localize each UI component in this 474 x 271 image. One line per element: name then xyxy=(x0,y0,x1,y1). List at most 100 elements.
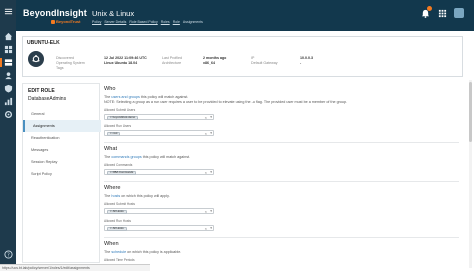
run-hosts-label: Allowed Run Hosts xyxy=(104,219,131,223)
hosts-link[interactable]: hosts xyxy=(111,194,120,198)
chip-remove-icon[interactable]: × xyxy=(110,227,112,230)
menu-item-assignments[interactable]: Assignments xyxy=(23,120,101,132)
help-icon[interactable]: ? xyxy=(3,250,13,259)
who-title: Who xyxy=(104,86,116,92)
edit-role-title: EDIT ROLE xyxy=(28,88,55,94)
chevron-down-icon[interactable]: ▾ xyxy=(210,115,212,120)
who-note: NOTE: Selecting a group as a run user re… xyxy=(104,100,348,104)
chart-icon[interactable] xyxy=(3,97,13,106)
asset-values-3: 10.0.0.3 - xyxy=(300,56,313,65)
breadcrumb-item[interactable]: Server Details xyxy=(104,20,126,24)
command-chip[interactable]: × DBA Commands xyxy=(107,170,137,175)
brand-sub: BeyondTrust xyxy=(51,19,80,24)
clear-icon[interactable]: × xyxy=(205,170,207,175)
what-desc: The commands groups this policy will mat… xyxy=(104,155,191,159)
brand-logo-icon xyxy=(51,19,55,24)
active-nav-marker xyxy=(0,58,2,67)
brand-name[interactable]: BeyondInsight xyxy=(23,8,87,18)
breadcrumb-item[interactable]: Roles xyxy=(161,20,170,24)
asset-labels-2: Last Profiled Architecture xyxy=(162,56,182,65)
left-navigation: ? xyxy=(0,0,16,271)
run-host-chip[interactable]: × All Hosts xyxy=(107,226,127,231)
menu-item-session-replay[interactable]: Session Replay xyxy=(23,156,101,168)
asset-title: UBUNTU-ELK xyxy=(27,40,60,46)
clear-icon[interactable]: × xyxy=(205,131,207,136)
breadcrumb-item[interactable]: Policy xyxy=(92,20,101,24)
dashboard-icon[interactable] xyxy=(3,45,13,54)
schedule-link[interactable]: schedule xyxy=(111,250,126,254)
notifications-icon[interactable] xyxy=(420,6,432,18)
chip-remove-icon[interactable]: × xyxy=(110,171,112,174)
menu-item-reauthentication[interactable]: Reauthentication xyxy=(23,132,101,144)
commands-label: Allowed Commands xyxy=(104,163,133,167)
top-icons xyxy=(420,6,464,18)
settings-icon[interactable] xyxy=(3,110,13,119)
content-scrollbar[interactable] xyxy=(469,80,472,268)
asset-labels-3: IP Default Gateway xyxy=(251,56,278,65)
chip-remove-icon[interactable]: × xyxy=(110,116,112,119)
clear-icon[interactable]: × xyxy=(205,115,207,120)
ubuntu-logo-icon xyxy=(28,51,44,67)
svg-text:?: ? xyxy=(6,253,9,259)
role-name: DatabaseAdmins xyxy=(28,96,67,102)
time-periods-label: Allowed Time Periods xyxy=(104,258,135,262)
commands-groups-link[interactable]: commands groups xyxy=(111,155,141,159)
breadcrumb-item[interactable]: Role Based Policy xyxy=(129,20,157,24)
grid-apps-icon[interactable] xyxy=(437,8,447,18)
run-users-field[interactable]: × root × ▾ xyxy=(104,130,214,136)
shield-icon[interactable] xyxy=(3,84,13,93)
commands-field[interactable]: × DBA Commands × ▾ xyxy=(104,169,214,175)
run-hosts-field[interactable]: × All Hosts × ▾ xyxy=(104,225,214,231)
server-icon[interactable] xyxy=(3,58,13,67)
section-divider xyxy=(104,181,459,182)
run-user-chip[interactable]: × root xyxy=(107,131,121,136)
chevron-down-icon[interactable]: ▾ xyxy=(210,226,212,231)
when-desc: The schedule on which this policy is app… xyxy=(104,250,182,254)
chevron-down-icon[interactable]: ▾ xyxy=(210,170,212,175)
top-bar: BeyondInsight BeyondTrust Unix & Linux P… xyxy=(16,0,474,31)
clear-icon[interactable]: × xyxy=(205,226,207,231)
chevron-down-icon[interactable]: ▾ xyxy=(210,131,212,136)
home-icon[interactable] xyxy=(3,32,13,41)
submit-hosts-field[interactable]: × All Hosts × ▾ xyxy=(104,208,214,214)
chevron-down-icon[interactable]: ▾ xyxy=(210,209,212,214)
submit-host-chip[interactable]: × All Hosts xyxy=(107,209,127,214)
submit-hosts-label: Allowed Submit Hosts xyxy=(104,202,136,206)
chip-remove-icon[interactable]: × xyxy=(110,132,112,135)
users-icon[interactable] xyxy=(3,71,13,80)
what-title: What xyxy=(104,146,118,152)
asset-labels-1: Discovered Operating System Tags xyxy=(56,56,85,70)
breadcrumb-current: Assignments xyxy=(182,20,203,24)
edit-role-panel: EDIT ROLE DatabaseAdmins General Assignm… xyxy=(22,83,101,263)
assignments-content: Who The users and groups this policy wil… xyxy=(104,83,463,271)
role-menu: General Assignments Reauthentication Mes… xyxy=(23,108,101,180)
breadcrumb-item[interactable]: Role xyxy=(173,20,180,24)
asset-values-2: 2 months ago x86_64 xyxy=(203,56,227,65)
where-desc: The hosts on which this policy will appl… xyxy=(104,194,170,198)
asset-values-1: 12 Jul 2022 11:09:46 UTC Linux Ubuntu 18… xyxy=(104,56,147,65)
breadcrumb: Policy Server Details Role Based Policy … xyxy=(92,20,203,24)
submit-users-label: Allowed Submit Users xyxy=(104,108,136,112)
submit-users-field[interactable]: × beyondtrust-demo × ▾ xyxy=(104,114,214,120)
status-bar-url: https://ucs.bt.lab/policy/server/1/roles… xyxy=(0,264,150,271)
who-desc: The users and groups this policy will ma… xyxy=(104,95,189,99)
users-groups-link[interactable]: users and groups xyxy=(111,95,140,99)
scrollbar-thumb[interactable] xyxy=(469,82,472,142)
asset-summary-card: UBUNTU-ELK Discovered Operating System T… xyxy=(22,36,463,77)
section-divider xyxy=(104,142,459,143)
menu-icon[interactable] xyxy=(3,7,13,16)
when-title: When xyxy=(104,241,119,247)
clear-icon[interactable]: × xyxy=(205,209,207,214)
submit-user-chip[interactable]: × beyondtrust-demo xyxy=(107,115,139,120)
user-avatar[interactable] xyxy=(454,8,464,18)
menu-item-script-policy[interactable]: Script Policy xyxy=(23,168,101,180)
chip-remove-icon[interactable]: × xyxy=(110,210,112,213)
menu-item-messages[interactable]: Messages xyxy=(23,144,101,156)
notification-badge xyxy=(427,6,432,11)
avatar-icon xyxy=(454,8,464,18)
page-heading: Unix & Linux xyxy=(92,9,135,18)
section-divider xyxy=(104,237,459,238)
run-users-label: Allowed Run Users xyxy=(104,124,132,128)
where-title: Where xyxy=(104,185,121,191)
menu-item-general[interactable]: General xyxy=(23,108,101,120)
